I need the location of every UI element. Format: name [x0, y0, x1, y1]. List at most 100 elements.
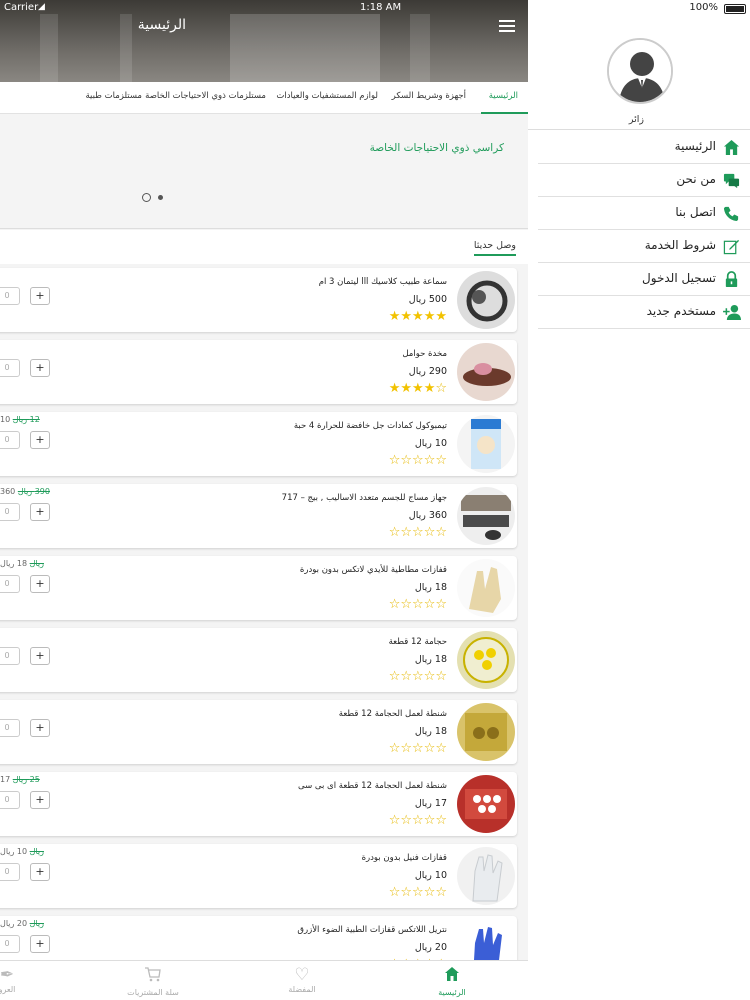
- add-to-cart-button[interactable]: +: [30, 935, 50, 953]
- star-full-icon: ★: [435, 309, 447, 324]
- product-name[interactable]: مخدة حوامل: [402, 349, 447, 359]
- product-image[interactable]: [457, 343, 515, 401]
- menu-icon[interactable]: [499, 20, 515, 33]
- product-price: 17 ريال: [414, 798, 447, 809]
- product-image[interactable]: [457, 775, 515, 833]
- product-image[interactable]: [457, 847, 515, 905]
- product-name[interactable]: شنطة لعمل الحجامة 12 قطعة اى بى سى: [298, 781, 447, 791]
- drawer-item-register[interactable]: مستخدم جديد: [538, 296, 750, 329]
- product-card[interactable]: قفازات فنيل بدون بودرة 10 ريال ☆☆☆☆☆ ريال 1…: [0, 844, 517, 908]
- quantity-field[interactable]: 0: [0, 647, 20, 665]
- product-image[interactable]: [457, 415, 515, 473]
- star-full-icon: ★: [388, 381, 401, 396]
- quantity-field[interactable]: 0: [0, 431, 20, 449]
- phone-icon: [723, 205, 740, 222]
- quantity-field[interactable]: 0: [0, 791, 20, 809]
- nav-home-label: الرئيسية: [438, 988, 466, 997]
- product-name[interactable]: شنطة لعمل الحجامة 12 قطعة: [339, 709, 447, 719]
- tab-medical-supplies[interactable]: مستلزمات طبية: [85, 91, 142, 101]
- star-full-icon: ★: [400, 381, 413, 396]
- section-header: وصل حديثا: [0, 230, 528, 264]
- product-card[interactable]: حجامة 12 قطعة 18 ريال ☆☆☆☆☆ +0: [0, 628, 517, 692]
- nav-favorites-label: المفضلة: [288, 985, 316, 994]
- product-image[interactable]: [457, 703, 515, 761]
- star-empty-icon: ☆: [400, 597, 413, 612]
- pager-dot-active[interactable]: [142, 193, 151, 202]
- quantity-field[interactable]: 0: [0, 863, 20, 881]
- product-card[interactable]: قفازات مطاطية للأيدي لاتكس بدون بودرة 18 …: [0, 556, 517, 620]
- star-empty-icon: ☆: [400, 885, 413, 900]
- star-empty-icon: ☆: [388, 525, 401, 540]
- quantity-field[interactable]: 0: [0, 719, 20, 737]
- battery-icon: [724, 4, 746, 14]
- old-price: ريال: [29, 919, 44, 928]
- price-compare: 25 ريال 17: [0, 775, 40, 784]
- add-to-cart-button[interactable]: +: [30, 647, 50, 665]
- add-to-cart-button[interactable]: +: [30, 575, 50, 593]
- add-to-cart-button[interactable]: +: [30, 863, 50, 881]
- drawer-item-about[interactable]: من نحن: [538, 164, 750, 197]
- drawer-item-label: اتصل بنا: [675, 205, 716, 219]
- star-empty-icon: ☆: [388, 885, 401, 900]
- tab-home[interactable]: الرئيسية: [489, 91, 518, 101]
- banner-slider[interactable]: كراسي ذوي الاحتياجات الخاصة: [0, 114, 528, 229]
- product-card[interactable]: شنطة لعمل الحجامة 12 قطعة اى بى سى 17 ريا…: [0, 772, 517, 836]
- product-image[interactable]: [457, 271, 515, 329]
- product-name[interactable]: نتريل اللاتكس قفازات الطبية الضوء الأزرق: [297, 925, 447, 935]
- star-empty-icon: ☆: [400, 525, 413, 540]
- product-image[interactable]: [457, 559, 515, 617]
- product-name[interactable]: سماعة طبيب كلاسيك lll ليتمان 3 ام: [319, 277, 447, 287]
- drawer-item-terms[interactable]: شروط الخدمة: [538, 230, 750, 263]
- drawer-item-contact[interactable]: اتصل بنا: [538, 197, 750, 230]
- nav-home[interactable]: الرئيسية: [422, 965, 482, 997]
- avatar[interactable]: [607, 38, 673, 104]
- star-full-icon: ★: [400, 309, 413, 324]
- product-image[interactable]: [457, 487, 515, 545]
- add-to-cart-button[interactable]: +: [30, 719, 50, 737]
- nav-offers-label: العرو: [0, 985, 16, 994]
- product-price: 18 ريال: [414, 582, 447, 593]
- drawer-item-login[interactable]: تسجيل الدخول: [538, 263, 750, 296]
- product-card[interactable]: جهاز مساج للجسم متعدد الاساليب , بيج – 7…: [0, 484, 517, 548]
- tab-special-needs[interactable]: مستلزمات ذوي الاحتياجات الخاصة: [145, 91, 266, 101]
- quantity-field[interactable]: 0: [0, 287, 20, 305]
- drawer-item-home[interactable]: الرئيسية: [538, 131, 750, 164]
- star-empty-icon: ☆: [423, 597, 436, 612]
- star-empty-icon: ☆: [412, 597, 424, 612]
- product-card[interactable]: سماعة طبيب كلاسيك lll ليتمان 3 ام 500 ريا…: [0, 268, 517, 332]
- add-to-cart-button[interactable]: +: [30, 287, 50, 305]
- star-empty-icon: ☆: [423, 525, 436, 540]
- add-to-cart-button[interactable]: +: [30, 431, 50, 449]
- product-name[interactable]: حجامة 12 قطعة: [389, 637, 447, 647]
- add-to-cart-button[interactable]: +: [30, 791, 50, 809]
- lock-icon: [723, 271, 740, 288]
- star-empty-icon: ☆: [412, 453, 424, 468]
- tab-sugar-devices[interactable]: أجهزة وشريط السكر: [392, 91, 466, 101]
- product-card[interactable]: مخدة حوامل 290 ريال ★★★★☆ +0: [0, 340, 517, 404]
- product-name[interactable]: جهاز مساج للجسم متعدد الاساليب , بيج – 7…: [282, 493, 447, 503]
- quantity-field[interactable]: 0: [0, 503, 20, 521]
- product-name[interactable]: تيمبوكول كمادات جل خافضة للحرارة 4 حبة: [294, 421, 447, 431]
- quantity-field[interactable]: 0: [0, 935, 20, 953]
- pager-dot[interactable]: [158, 195, 163, 200]
- quantity-field[interactable]: 0: [0, 575, 20, 593]
- product-price: 10 ريال: [414, 870, 447, 881]
- quantity-field[interactable]: 0: [0, 359, 20, 377]
- add-to-cart-button[interactable]: +: [30, 359, 50, 377]
- add-to-cart-button[interactable]: +: [30, 503, 50, 521]
- product-card[interactable]: تيمبوكول كمادات جل خافضة للحرارة 4 حبة 10…: [0, 412, 517, 476]
- star-empty-icon: ☆: [400, 669, 413, 684]
- star-empty-icon: ☆: [400, 453, 413, 468]
- nav-cart[interactable]: سلة المشتريات: [118, 965, 188, 997]
- product-name[interactable]: قفازات مطاطية للأيدي لاتكس بدون بودرة: [300, 565, 447, 575]
- product-price: 290 ريال: [408, 366, 447, 377]
- nav-offers[interactable]: ✒ العرو: [0, 965, 22, 994]
- product-card[interactable]: شنطة لعمل الحجامة 12 قطعة 18 ريال ☆☆☆☆☆ +0: [0, 700, 517, 764]
- tab-hospital-supplies[interactable]: لوازم المستشفيات والعيادات: [276, 91, 378, 101]
- chat-icon: [723, 172, 740, 189]
- nav-favorites[interactable]: ♡ المفضلة: [272, 965, 332, 994]
- product-name[interactable]: قفازات فنيل بدون بودرة: [362, 853, 447, 863]
- edit-icon: [723, 238, 740, 255]
- star-empty-icon: ☆: [435, 885, 447, 900]
- product-image[interactable]: [457, 631, 515, 689]
